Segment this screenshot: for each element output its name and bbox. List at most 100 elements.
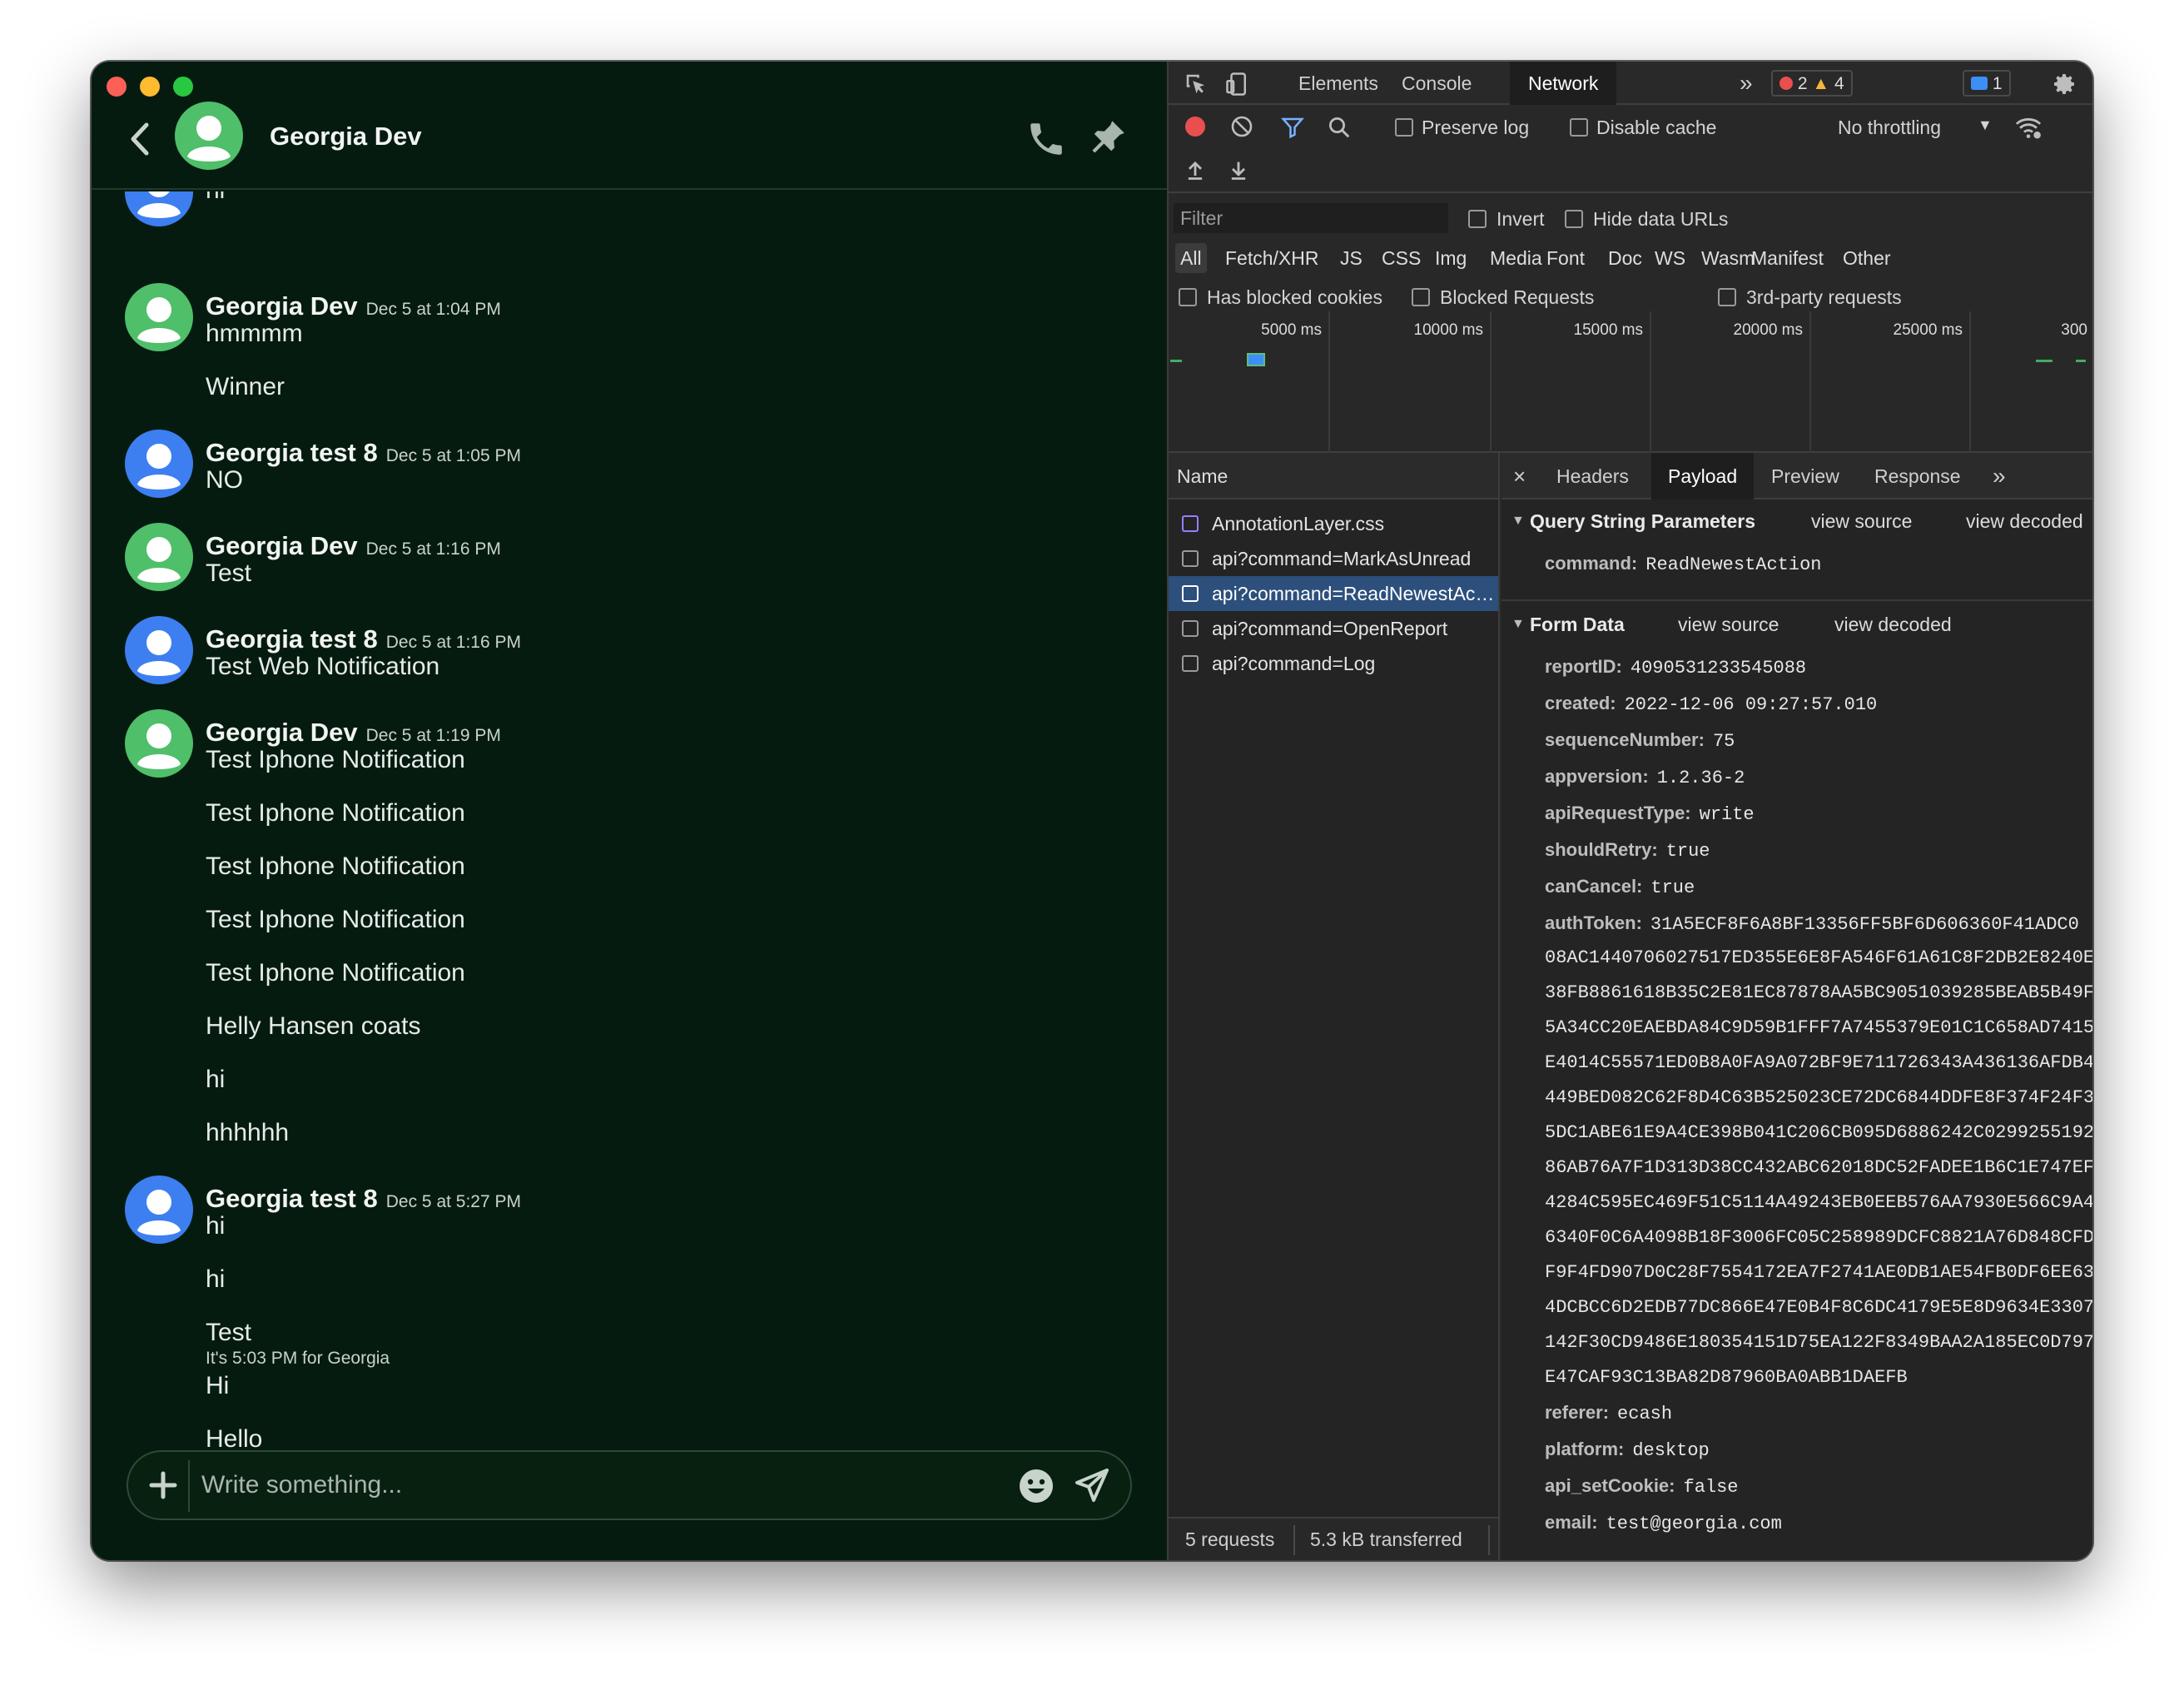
record-icon[interactable]: [1184, 115, 1207, 143]
phone-icon[interactable]: [1025, 118, 1067, 160]
network-conditions-icon[interactable]: [2014, 113, 2043, 147]
message-author[interactable]: Georgia Dev Dec 5 at 1:04 PM: [206, 291, 501, 321]
avatar[interactable]: [125, 709, 193, 778]
throttling-select[interactable]: No throttling: [1838, 117, 1941, 139]
detail-tab-preview[interactable]: Preview: [1771, 453, 1839, 500]
request-row[interactable]: api?command=ReadNewestAction: [1169, 576, 1498, 611]
form-field-row: apiRequestType: write: [1545, 803, 1755, 825]
network-timeline-overview[interactable]: 5000 ms 10000 ms 15000 ms 20000 ms 25000 ms 3…: [1169, 311, 2092, 453]
request-row[interactable]: api?command=OpenReport: [1169, 611, 1498, 646]
close-window-button[interactable]: [107, 77, 127, 97]
back-arrow-icon[interactable]: [125, 118, 155, 160]
expand-triangle-icon[interactable]: ▼: [1511, 604, 1525, 644]
chevron-down-icon[interactable]: ▼: [1978, 117, 1993, 134]
name-column-header[interactable]: Name: [1169, 453, 1498, 500]
more-detail-tabs-icon[interactable]: »: [1993, 453, 2006, 500]
auth-token-line: 6340F0C6A4098B18F3006FC05C258989DCFC8821…: [1545, 1227, 2092, 1248]
zoom-window-button[interactable]: [173, 77, 193, 97]
type-filter-font[interactable]: Font: [1546, 243, 1585, 273]
request-row[interactable]: api?command=MarkAsUnread: [1169, 541, 1498, 576]
message-input[interactable]: [201, 1464, 951, 1507]
query-string-section-header[interactable]: ▼ Query String Parameters view source view …: [1502, 501, 2092, 541]
contact-name[interactable]: Georgia Dev: [270, 122, 422, 152]
issues-badge[interactable]: 2 ▲ 4: [1771, 70, 1853, 97]
type-filter-js[interactable]: JS: [1340, 243, 1363, 273]
request-row[interactable]: api?command=Log: [1169, 646, 1498, 681]
third-party-checkbox[interactable]: [1718, 288, 1736, 306]
message-author[interactable]: Georgia Dev Dec 5 at 1:16 PM: [206, 531, 501, 561]
message-author[interactable]: Georgia Dev Dec 5 at 1:19 PM: [206, 718, 501, 748]
blocked-cookies-checkbox[interactable]: [1179, 288, 1197, 306]
close-detail-icon[interactable]: ×: [1513, 453, 1526, 500]
expand-triangle-icon[interactable]: ▼: [1511, 501, 1525, 541]
blocked-requests-checkbox[interactable]: [1412, 288, 1430, 306]
avatar[interactable]: [125, 430, 193, 498]
minimize-window-button[interactable]: [140, 77, 160, 97]
error-count: 2: [1797, 74, 1808, 93]
tab-network[interactable]: Network: [1510, 62, 1617, 105]
type-filter-ws[interactable]: WS: [1655, 243, 1685, 273]
view-decoded-link[interactable]: view decoded: [1966, 501, 2083, 541]
type-filter-all[interactable]: All: [1175, 243, 1207, 273]
avatar[interactable]: [125, 523, 193, 591]
export-har-icon[interactable]: [1227, 158, 1250, 186]
avatar[interactable]: [125, 1176, 193, 1244]
request-row[interactable]: AnnotationLayer.css: [1169, 506, 1498, 541]
settings-gear-icon[interactable]: [2051, 71, 2077, 102]
type-filter-doc[interactable]: Doc: [1608, 243, 1642, 273]
contact-avatar[interactable]: [175, 102, 243, 170]
message-author[interactable]: Georgia test 8 Dec 5 at 1:05 PM: [206, 438, 521, 468]
message-list[interactable]: hi Georgia Dev Dec 5 at 1:04 PM hmmmm Winne…: [92, 191, 1167, 1490]
avatar[interactable]: [125, 616, 193, 684]
type-filter-css[interactable]: CSS: [1382, 243, 1421, 273]
type-filter-other[interactable]: Other: [1843, 243, 1891, 273]
view-source-link[interactable]: view source: [1811, 501, 1912, 541]
type-filter-media[interactable]: Media: [1490, 243, 1542, 273]
message-timestamp: Dec 5 at 1:05 PM: [385, 446, 521, 465]
device-toolbar-icon[interactable]: [1225, 72, 1250, 102]
tab-console[interactable]: Console: [1402, 62, 1472, 105]
message-author[interactable]: Georgia test 8 Dec 5 at 5:27 PM: [206, 1184, 521, 1214]
more-tabs-icon[interactable]: »: [1740, 62, 1753, 105]
import-har-icon[interactable]: [1184, 158, 1207, 186]
auth-token-line: 08AC1440706027517ED355E6E8FA546F61A61C8F…: [1545, 947, 2092, 968]
avatar[interactable]: [125, 191, 193, 226]
filter-input[interactable]: [1174, 203, 1448, 233]
plus-icon[interactable]: [141, 1464, 185, 1507]
preserve-log-checkbox[interactable]: [1395, 118, 1413, 137]
css-file-icon: [1182, 515, 1199, 532]
view-decoded-link[interactable]: view decoded: [1834, 604, 1952, 644]
avatar[interactable]: [125, 283, 193, 351]
type-filter-manifest[interactable]: Manifest: [1751, 243, 1824, 273]
message-text: hi: [206, 1212, 226, 1240]
filter-funnel-icon[interactable]: [1280, 115, 1305, 145]
disable-cache-checkbox[interactable]: [1570, 118, 1588, 137]
type-filter-fetchxhr[interactable]: Fetch/XHR: [1225, 243, 1318, 273]
request-detail: × Headers Payload Preview Response » ▼ Query…: [1502, 453, 2092, 1560]
detail-tab-payload[interactable]: Payload: [1651, 453, 1755, 500]
author-name: Georgia Dev: [206, 291, 358, 321]
field-value: 1.2.36-2: [1656, 768, 1745, 788]
type-filter-wasm[interactable]: Wasm: [1701, 243, 1755, 273]
network-summary: 5 requests 5.3 kB transferred: [1169, 1517, 1498, 1560]
inspect-element-icon[interactable]: [1184, 72, 1209, 102]
timeline-label: 300: [2061, 321, 2087, 339]
send-icon[interactable]: [1070, 1464, 1114, 1507]
message-text: Helly Hansen coats: [206, 1012, 421, 1040]
messages-badge[interactable]: 1: [1963, 70, 2011, 97]
detail-tab-response[interactable]: Response: [1874, 453, 1961, 500]
detail-tab-headers[interactable]: Headers: [1556, 453, 1629, 500]
invert-checkbox[interactable]: [1468, 210, 1487, 228]
clear-icon[interactable]: [1230, 115, 1253, 143]
tab-elements[interactable]: Elements: [1298, 62, 1378, 105]
search-icon[interactable]: [1327, 115, 1352, 145]
view-source-link[interactable]: view source: [1678, 604, 1779, 644]
pin-icon[interactable]: [1087, 117, 1129, 158]
emoji-icon[interactable]: [1017, 1467, 1055, 1505]
hide-data-urls-checkbox[interactable]: [1565, 210, 1583, 228]
request-file-icon: [1182, 620, 1199, 637]
form-data-section-header[interactable]: ▼ Form Data view source view decoded: [1502, 604, 2092, 644]
type-filter-img[interactable]: Img: [1435, 243, 1467, 273]
preserve-log-label: Preserve log: [1422, 117, 1530, 138]
message-author[interactable]: Georgia test 8 Dec 5 at 1:16 PM: [206, 624, 521, 654]
